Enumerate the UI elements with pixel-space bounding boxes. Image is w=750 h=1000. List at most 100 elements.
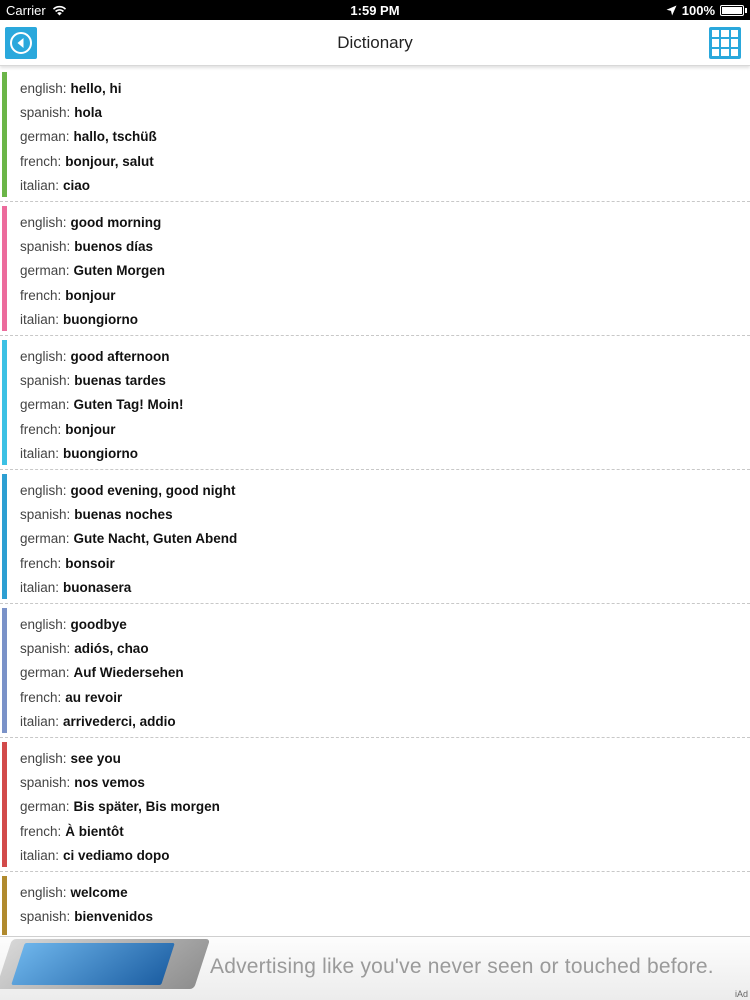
dictionary-entry[interactable]: english: goodbye spanish: adiós, chao german… xyxy=(0,604,750,738)
language-label: french: xyxy=(20,287,62,303)
entry-color-bar xyxy=(2,742,7,867)
translation-word: buonasera xyxy=(63,580,132,596)
translation-word: nos vemos xyxy=(74,775,145,791)
translation-word: hello, hi xyxy=(70,80,122,96)
status-right: 100% xyxy=(666,2,747,18)
page-title: Dictionary xyxy=(337,32,413,52)
dictionary-entry[interactable]: english: see you spanish: nos vemos german: B… xyxy=(0,738,750,872)
dictionary-entry[interactable]: english: good evening, good night spanish:… xyxy=(0,470,750,604)
language-label: english: xyxy=(20,616,67,632)
language-label: german: xyxy=(20,397,70,413)
translation-word: hallo, tschüß xyxy=(73,129,157,145)
translation-row: english: welcome xyxy=(20,880,750,904)
entry-color-bar xyxy=(2,608,7,733)
language-label: french: xyxy=(20,555,62,571)
translation-row: italian: buongiorno xyxy=(20,442,750,466)
translation-row: french: bonjour xyxy=(20,283,750,307)
nav-bar: Dictionary xyxy=(0,20,750,66)
translation-row: french: bonjour xyxy=(20,417,750,441)
translation-word: Gute Nacht, Guten Abend xyxy=(73,531,238,547)
grid-icon xyxy=(712,30,720,38)
translation-row: italian: ciao xyxy=(20,174,750,198)
language-label: english: xyxy=(20,348,67,364)
translation-row: .... xyxy=(20,929,750,936)
language-label: italian: xyxy=(20,714,60,730)
dictionary-entry[interactable]: english:welcomespanish:bienvenidos.... xyxy=(0,872,750,935)
translation-word: Bis später, Bis morgen xyxy=(73,799,220,815)
translation-row: german: hallo, tschüß xyxy=(20,125,750,149)
language-label: spanish: xyxy=(20,775,71,791)
translation-word: buenos días xyxy=(74,239,154,255)
translation-word: bonjour xyxy=(65,287,116,303)
translation-row: english: hello, hi xyxy=(20,76,750,100)
translation-row: german: Bis später, Bis morgen xyxy=(20,795,750,819)
translation-word: adiós, chao xyxy=(74,641,149,657)
language-label: english: xyxy=(20,80,67,96)
language-label: spanish: xyxy=(20,507,71,523)
translation-word: bonjour xyxy=(65,421,116,437)
language-label: german: xyxy=(20,531,70,547)
translation-row: english: see you xyxy=(20,746,750,770)
language-label: french: xyxy=(20,823,62,839)
language-label: italian: xyxy=(20,580,60,596)
carrier-label: Carrier xyxy=(6,2,46,18)
translation-row: english: good evening, good night xyxy=(20,478,750,502)
language-label: german: xyxy=(20,129,70,145)
language-label: italian: xyxy=(20,848,60,864)
language-label: english: xyxy=(20,482,67,498)
translation-row: french: au revoir xyxy=(20,685,750,709)
location-arrow-icon xyxy=(666,5,677,15)
language-label: english: xyxy=(20,884,67,900)
translation-row: english: good afternoon xyxy=(20,344,750,368)
iad-label: iAd xyxy=(734,989,748,999)
language-label: german: xyxy=(20,799,70,815)
translation-row: french: bonsoir xyxy=(20,551,750,575)
translation-row: french: bonjour, salut xyxy=(20,149,750,173)
translation-word: welcome xyxy=(70,884,128,900)
translation-word: buongiorno xyxy=(63,312,139,328)
translation-row: italian: buonasera xyxy=(20,576,750,600)
ad-banner[interactable]: Advertising like you've never seen or to… xyxy=(0,936,750,1000)
language-label: spanish: xyxy=(20,909,71,925)
translation-row: italian: arrivederci, addio xyxy=(20,710,750,734)
translation-word: buenas noches xyxy=(74,507,173,523)
translation-word: bonjour, salut xyxy=(65,153,154,169)
ad-text: Advertising like you've never seen or to… xyxy=(210,955,714,978)
translation-row: german: Guten Tag! Moin! xyxy=(20,393,750,417)
translation-word: Guten Tag! Moin! xyxy=(73,397,184,413)
translation-row: english: good morning xyxy=(20,210,750,234)
grid-menu-button[interactable] xyxy=(709,27,741,59)
translation-word: Guten Morgen xyxy=(73,263,166,279)
dictionary-entry[interactable]: english: good morning spanish: buenos días g… xyxy=(0,202,750,336)
language-label: italian: xyxy=(20,446,60,462)
language-label: french: xyxy=(20,153,62,169)
back-button[interactable] xyxy=(5,27,37,59)
translation-word: see you xyxy=(70,750,121,766)
translation-word: ci vediamo dopo xyxy=(63,848,170,864)
dictionary-entry[interactable]: english: good afternoon spanish: buenas tar… xyxy=(0,336,750,470)
language-label: french: xyxy=(20,689,62,705)
language-label: spanish: xyxy=(20,105,71,121)
translation-row: spanish: buenas tardes xyxy=(20,368,750,392)
language-label: spanish: xyxy=(20,641,71,657)
dictionary-list[interactable]: english: hello, hi spanish: hola german: hall… xyxy=(0,68,750,935)
translation-word: au revoir xyxy=(65,689,123,705)
language-label: german: xyxy=(20,263,70,279)
translation-row: german: Guten Morgen xyxy=(20,259,750,283)
translation-word: buongiorno xyxy=(63,446,139,462)
translation-word: ciao xyxy=(63,178,91,194)
language-label: english: xyxy=(20,214,67,230)
status-time: 1:59 PM xyxy=(350,2,400,18)
translation-row: spanish: nos vemos xyxy=(20,770,750,794)
status-left: Carrier xyxy=(6,3,67,18)
language-label: french: xyxy=(20,421,62,437)
translation-word: À bientôt xyxy=(65,823,124,839)
dictionary-entry[interactable]: english: hello, hi spanish: hola german: hall… xyxy=(0,68,750,202)
entry-color-bar xyxy=(2,876,7,935)
entry-color-bar xyxy=(2,340,7,465)
translation-row: spanish: adiós, chao xyxy=(20,636,750,660)
translation-word: bonsoir xyxy=(65,555,115,571)
translation-word: Auf Wiedersehen xyxy=(73,665,184,681)
battery-percent: 100% xyxy=(681,2,715,18)
translation-word: good afternoon xyxy=(70,348,170,364)
